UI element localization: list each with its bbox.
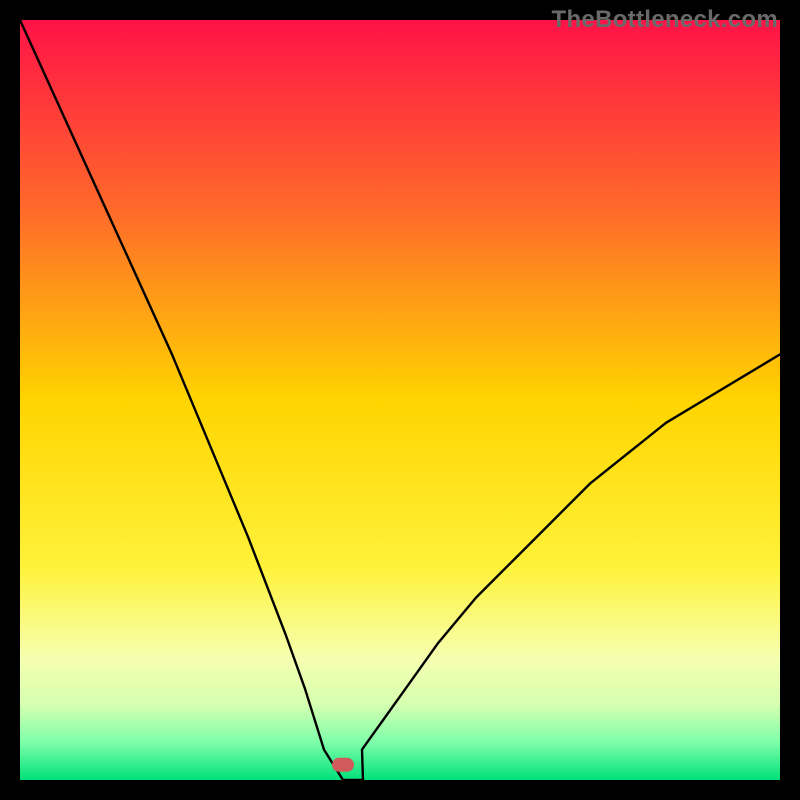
plot-area bbox=[20, 20, 780, 780]
attribution-text: TheBottleneck.com bbox=[552, 6, 778, 34]
gradient-background bbox=[20, 20, 780, 780]
optimum-marker bbox=[332, 758, 354, 772]
chart-frame: TheBottleneck.com bbox=[0, 0, 800, 800]
